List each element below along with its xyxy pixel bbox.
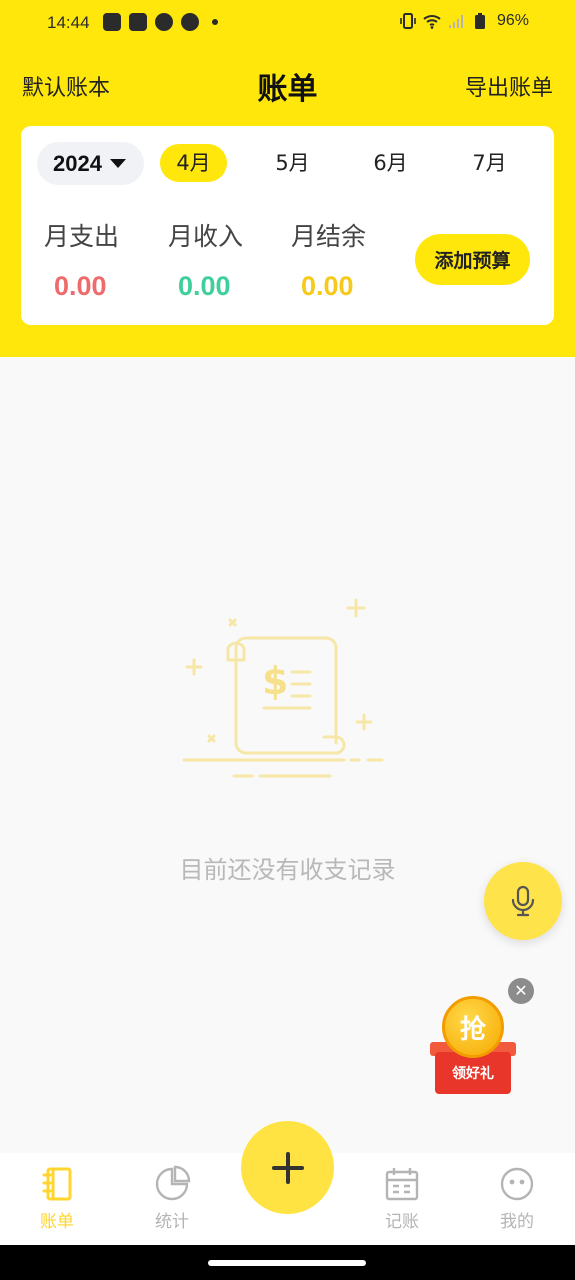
nav-label-mine: 我的	[500, 1212, 534, 1232]
add-budget-button[interactable]: 添加预算	[415, 234, 530, 285]
calendar-icon	[385, 1168, 419, 1201]
add-record-button[interactable]	[241, 1121, 334, 1214]
status-bar: 14:44 96%	[0, 0, 575, 48]
receipt-icon: $	[182, 598, 384, 778]
year-selector[interactable]: 2024	[37, 142, 144, 185]
tab-month-6[interactable]: 6月	[357, 144, 424, 182]
shopping-bag-icon	[129, 13, 147, 31]
home-indicator[interactable]	[208, 1260, 366, 1266]
nav-item-record[interactable]: 记账	[362, 1165, 442, 1232]
chevron-down-icon	[109, 159, 126, 168]
tab-month-4[interactable]: 4月	[160, 144, 227, 182]
status-time: 14:44	[47, 13, 90, 32]
battery-percent: 96%	[496, 12, 529, 29]
shopping-bag-icon	[103, 13, 121, 31]
nav-label-stats: 统计	[155, 1212, 189, 1232]
monthly-income-label: 月收入	[168, 222, 244, 251]
nav-label-record: 记账	[385, 1212, 419, 1232]
summary-card: 2024 4月 5月 6月 7月 月支出 月收入 月结余 0.00 0.00 0…	[21, 126, 554, 325]
pie-chart-icon	[155, 1165, 191, 1201]
speedometer-icon	[155, 13, 173, 31]
voice-input-button[interactable]	[484, 862, 562, 940]
coin-icon[interactable]: 抢	[442, 996, 504, 1058]
plus-icon	[271, 1151, 304, 1184]
system-navigation-bar	[0, 1245, 575, 1280]
tab-month-7[interactable]: 7月	[456, 144, 523, 182]
close-icon[interactable]: ✕	[508, 978, 534, 1004]
tab-month-5[interactable]: 5月	[259, 144, 326, 182]
promo-gift-button[interactable]: 领好礼	[435, 1052, 511, 1094]
monthly-balance-value: 0.00	[301, 271, 354, 301]
nav-item-mine[interactable]: 我的	[477, 1165, 557, 1232]
export-bill-button[interactable]: 导出账单	[465, 70, 553, 102]
monthly-income-value: 0.00	[178, 271, 231, 301]
year-label: 2024	[53, 150, 102, 176]
speedometer-icon	[181, 13, 199, 31]
monthly-balance-label: 月结余	[291, 222, 367, 251]
battery-icon	[474, 13, 485, 29]
monthly-expense-label: 月支出	[44, 222, 120, 251]
dot-icon	[212, 19, 218, 25]
monthly-expense-value: 0.00	[54, 271, 107, 301]
nav-item-stats[interactable]: 统计	[132, 1165, 212, 1232]
vibrate-icon	[400, 13, 416, 29]
nav-label-bill: 账单	[40, 1212, 74, 1232]
wifi-icon	[423, 15, 441, 29]
svg-text:$: $	[262, 659, 288, 703]
signal-icon	[448, 15, 463, 28]
notebook-icon	[42, 1167, 72, 1201]
nav-item-bill[interactable]: 账单	[17, 1165, 97, 1232]
face-icon	[500, 1167, 534, 1201]
microphone-icon	[511, 885, 535, 917]
